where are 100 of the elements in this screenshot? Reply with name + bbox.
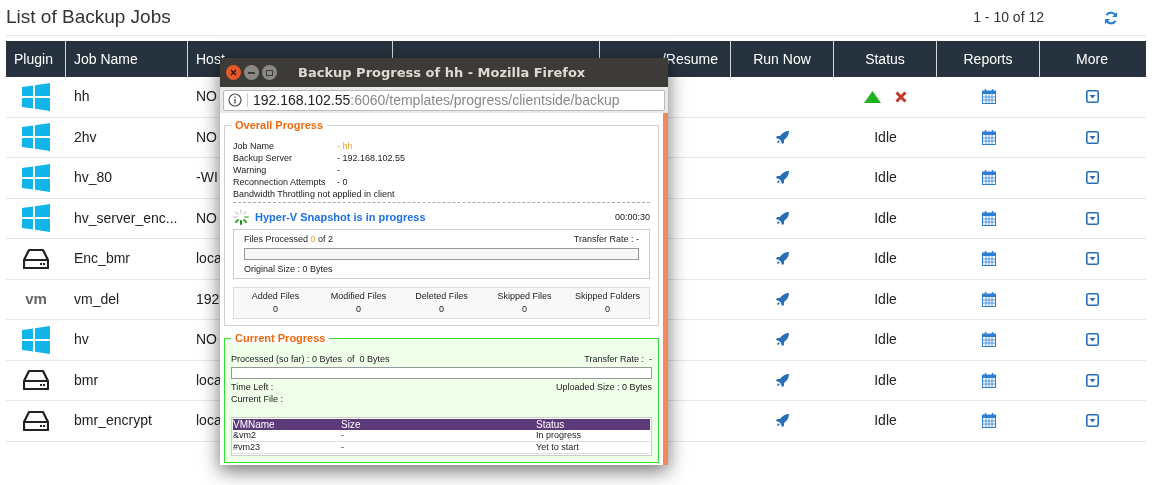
rocket-icon[interactable] bbox=[776, 171, 789, 185]
status-text: Idle bbox=[874, 370, 897, 390]
time-left-text: Time Left : bbox=[231, 381, 274, 393]
rocket-icon[interactable] bbox=[776, 211, 789, 225]
table-cell: -WI bbox=[196, 169, 218, 186]
calendar-icon[interactable] bbox=[981, 332, 996, 348]
column-header[interactable]: Status bbox=[865, 48, 905, 70]
calendar-icon[interactable] bbox=[981, 413, 996, 429]
original-size-text: Original Size : 0 Bytes bbox=[244, 263, 334, 275]
job-name-link[interactable]: hv_80 bbox=[74, 169, 113, 186]
dropdown-icon[interactable] bbox=[1085, 130, 1099, 144]
table-cell: 192 bbox=[196, 290, 220, 307]
rocket-icon[interactable] bbox=[776, 414, 789, 428]
calendar-icon[interactable] bbox=[981, 251, 996, 267]
table-cell-text: - bbox=[341, 442, 345, 453]
uploaded-size-text: Uploaded Size : 0 Bytes bbox=[555, 381, 652, 393]
calendar-icon[interactable] bbox=[981, 170, 996, 186]
stat-value: 0 bbox=[355, 303, 362, 316]
triangle-up-icon[interactable] bbox=[864, 90, 881, 103]
close-button[interactable] bbox=[226, 65, 241, 80]
table-cell: NO bbox=[196, 88, 217, 105]
pagination-text: 1 - 10 of 12 bbox=[973, 8, 1044, 27]
close-icon[interactable] bbox=[230, 69, 237, 76]
dropdown-icon[interactable] bbox=[1085, 90, 1099, 104]
stat-label: Deleted Files bbox=[414, 290, 469, 303]
stat-value: 0 bbox=[521, 303, 528, 316]
status-text: Idle bbox=[874, 168, 897, 188]
calendar-icon[interactable] bbox=[981, 129, 996, 145]
column-header[interactable]: Job Name bbox=[74, 48, 138, 70]
status-text: Idle bbox=[874, 289, 897, 309]
calendar-icon[interactable] bbox=[981, 89, 996, 105]
rocket-icon[interactable] bbox=[776, 252, 789, 266]
field-label: Warning bbox=[233, 164, 268, 176]
field-label: Job Name bbox=[233, 140, 276, 152]
cancel-icon[interactable] bbox=[895, 90, 907, 103]
scrollbar[interactable] bbox=[663, 113, 668, 465]
minimize-button[interactable] bbox=[244, 65, 259, 80]
files-processed-text: Files Processed 0 of 2 bbox=[244, 233, 334, 245]
stat-label: Skipped Files bbox=[496, 290, 553, 303]
field-label: Reconnection Attempts bbox=[233, 176, 327, 188]
table-cell-text: In progress bbox=[536, 430, 583, 441]
column-header[interactable]: Status bbox=[536, 419, 650, 430]
status-text: Idle bbox=[874, 330, 897, 350]
job-name-link[interactable]: hh bbox=[74, 88, 90, 105]
elapsed-time: 00:00:30 bbox=[614, 211, 650, 223]
section-legend: Overall Progress bbox=[231, 119, 328, 131]
progress-phase-text: Hyper-V Snapshot is in progress bbox=[255, 211, 426, 223]
rocket-icon[interactable] bbox=[776, 373, 789, 387]
dropdown-icon[interactable] bbox=[1085, 211, 1099, 225]
rocket-icon[interactable] bbox=[776, 292, 789, 306]
rocket-icon[interactable] bbox=[776, 130, 789, 144]
url-text: 192.168.102.55:6060/templates/progress/clientside/backup bbox=[253, 90, 620, 110]
stat-value: 0 bbox=[604, 303, 611, 316]
field-value: - hh bbox=[337, 140, 354, 152]
column-header[interactable]: VMName bbox=[233, 419, 341, 430]
column-header[interactable]: Run Now bbox=[753, 48, 811, 70]
field-label: Backup Server bbox=[233, 152, 294, 164]
dropdown-icon[interactable] bbox=[1085, 171, 1099, 185]
job-name-link[interactable]: hv bbox=[74, 331, 89, 348]
dropdown-icon[interactable] bbox=[1085, 252, 1099, 266]
vm-logo-text: vm bbox=[25, 289, 47, 309]
section-legend: Current Progress bbox=[231, 332, 330, 344]
job-name-link[interactable]: bmr bbox=[74, 371, 99, 388]
field-value: - bbox=[337, 164, 341, 176]
job-name-link[interactable]: vm_del bbox=[74, 290, 120, 307]
job-name-link[interactable]: bmr_encrypt bbox=[74, 412, 152, 429]
stat-label: Modified Files bbox=[329, 290, 388, 303]
info-icon[interactable] bbox=[228, 93, 242, 107]
dropdown-icon[interactable] bbox=[1085, 333, 1099, 347]
current-file-text: Current File : bbox=[231, 393, 284, 405]
column-header[interactable]: Plugin bbox=[14, 48, 53, 70]
url-bar[interactable]: 192.168.102.55:6060/templates/progress/clientside/backup bbox=[223, 89, 665, 111]
stat-label: Skipped Folders bbox=[573, 290, 641, 303]
column-header[interactable]: Size bbox=[341, 419, 536, 430]
stat-label: Added Files bbox=[250, 290, 301, 303]
table-cell-text: - bbox=[341, 430, 345, 441]
calendar-icon[interactable] bbox=[981, 210, 996, 226]
field-value: - 0 bbox=[337, 176, 349, 188]
dropdown-icon[interactable] bbox=[1085, 292, 1099, 306]
dropdown-icon[interactable] bbox=[1085, 414, 1099, 428]
transfer-rate-text: Transfer Rate : - bbox=[573, 233, 639, 245]
column-header[interactable]: More bbox=[1076, 48, 1108, 70]
column-header[interactable]: Reports bbox=[963, 48, 1013, 70]
status-text: Idle bbox=[874, 127, 897, 147]
table-cell: NO bbox=[196, 331, 217, 348]
job-name-link[interactable]: Enc_bmr bbox=[74, 250, 131, 267]
status-text: Idle bbox=[874, 208, 897, 228]
window-title: Backup Progress of hh - Mozilla Firefox bbox=[298, 63, 586, 82]
maximize-button[interactable] bbox=[262, 65, 277, 80]
calendar-icon[interactable] bbox=[981, 291, 996, 307]
status-text: Idle bbox=[874, 411, 897, 431]
stat-value: 0 bbox=[272, 303, 279, 316]
rocket-icon[interactable] bbox=[776, 333, 789, 347]
dropdown-icon[interactable] bbox=[1085, 373, 1099, 387]
calendar-icon[interactable] bbox=[981, 372, 996, 388]
throttling-note: Bandwidth Throttling not applied in client bbox=[233, 188, 650, 203]
refresh-icon[interactable] bbox=[1104, 10, 1118, 25]
field-value: - 192.168.102.55 bbox=[337, 152, 407, 164]
job-name-link[interactable]: hv_server_enc... bbox=[74, 209, 178, 226]
job-name-link[interactable]: 2hv bbox=[74, 128, 97, 145]
